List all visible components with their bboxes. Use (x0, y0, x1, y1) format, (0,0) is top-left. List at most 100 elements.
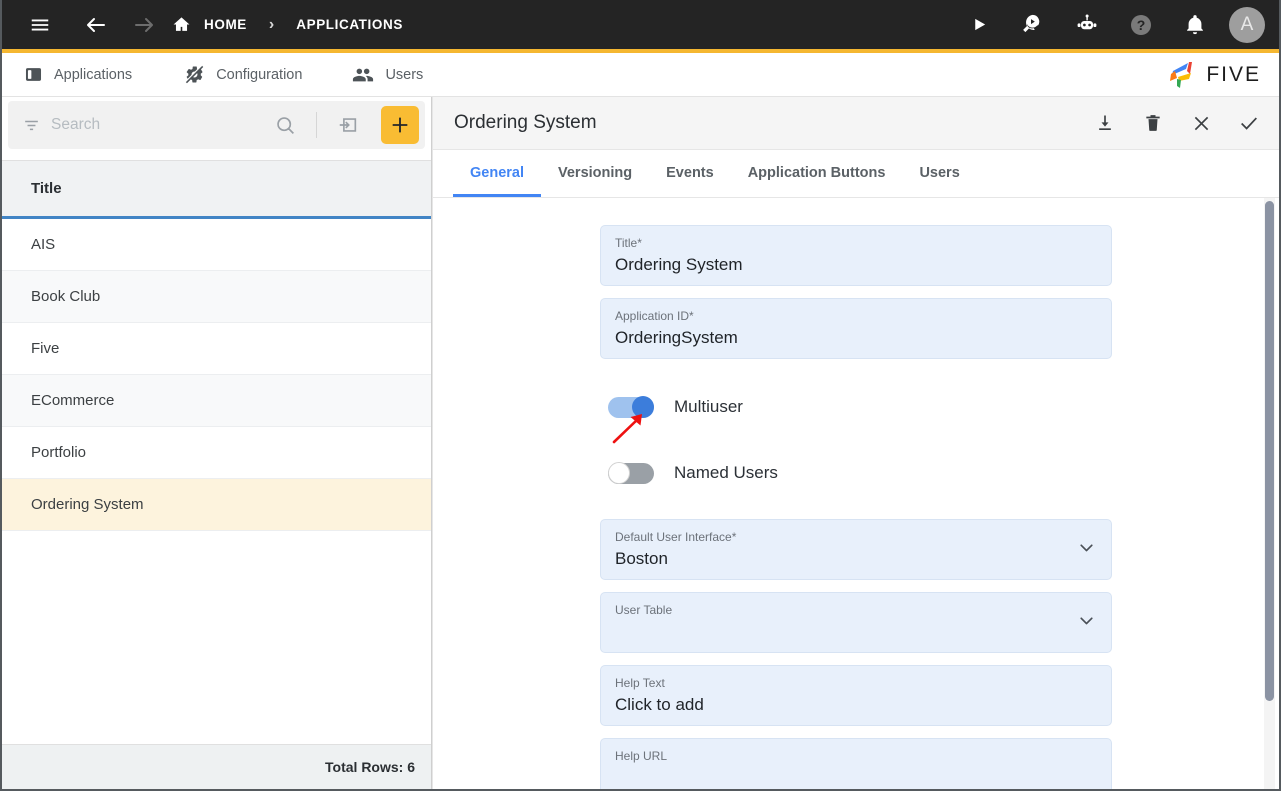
help-text-value: Click to add (615, 695, 704, 714)
default-user-interface-label-text: Default User Interface (615, 530, 732, 544)
sidebar-panel: Title AIS Book Club Five ECommerce (2, 97, 432, 789)
general-form: Title* Ordering System Application ID* O… (600, 225, 1112, 789)
title-field[interactable]: Title* Ordering System (600, 225, 1112, 286)
run-icon[interactable] (959, 5, 999, 45)
multiuser-row: Multiuser (600, 385, 1112, 444)
confirm-icon[interactable] (1233, 107, 1265, 139)
tab-events-label: Events (666, 164, 714, 181)
hamburger-menu-icon[interactable] (20, 5, 60, 45)
module-tab-applications-label: Applications (54, 66, 133, 83)
module-tab-configuration[interactable]: Configuration (174, 53, 320, 97)
five-logo-mark (1170, 61, 1193, 88)
list-item[interactable]: ECommerce (2, 375, 431, 427)
toolbar-divider (316, 112, 317, 138)
help-icon[interactable]: ? (1121, 5, 1161, 45)
tab-versioning[interactable]: Versioning (541, 151, 649, 197)
help-url-value (615, 765, 1097, 789)
help-text-label: Help Text (615, 675, 1097, 691)
list-item-label: Ordering System (31, 496, 144, 513)
delete-icon[interactable] (1137, 107, 1169, 139)
arrow-back-icon[interactable] (76, 5, 116, 45)
tab-versioning-label: Versioning (558, 164, 633, 181)
title-field-label-text: Title (615, 236, 638, 250)
application-id-field-label: Application ID* (615, 308, 1097, 324)
configuration-gear-icon (184, 64, 205, 85)
multiuser-label: Multiuser (674, 397, 743, 416)
named-users-toggle[interactable] (608, 462, 654, 484)
filter-icon[interactable] (22, 116, 41, 135)
list-rows: AIS Book Club Five ECommerce Portfolio O… (2, 219, 431, 744)
list-item[interactable]: Book Club (2, 271, 431, 323)
users-icon (352, 64, 374, 86)
detail-actions (1089, 107, 1265, 139)
title-field-label: Title* (615, 235, 1097, 251)
module-tab-configuration-label: Configuration (216, 66, 303, 83)
five-logo-text: FIVE (1206, 62, 1261, 86)
list-column-header-title[interactable]: Title (2, 161, 431, 219)
help-text-field[interactable]: Help Text Click to add (600, 665, 1112, 726)
title-field-value: Ordering System (615, 255, 743, 274)
module-tab-users-label: Users (385, 66, 424, 83)
notifications-icon[interactable] (1175, 5, 1215, 45)
list-item[interactable]: Portfolio (2, 427, 431, 479)
user-table-field[interactable]: User Table (600, 592, 1112, 653)
add-application-button[interactable] (381, 106, 419, 144)
tab-users-label: Users (919, 164, 960, 181)
search-chat-icon[interactable] (1013, 5, 1053, 45)
search-icon[interactable] (268, 108, 302, 142)
topbar-right-group: ? A (959, 5, 1265, 45)
breadcrumb-separator: › (268, 15, 275, 33)
title-field-required: * (637, 236, 642, 250)
chevron-down-icon[interactable] (1076, 537, 1097, 563)
module-tab-users[interactable]: Users (342, 53, 441, 97)
topbar-left-group: HOME › APPLICATIONS (20, 5, 409, 45)
arrow-forward-icon[interactable] (124, 5, 164, 45)
help-text-label-text: Help Text (615, 676, 665, 690)
content-body: Title AIS Book Club Five ECommerce (2, 97, 1279, 789)
chevron-down-icon[interactable] (1076, 610, 1097, 636)
tab-users[interactable]: Users (902, 151, 976, 197)
named-users-label: Named Users (674, 463, 778, 482)
search-input[interactable] (51, 116, 258, 134)
top-navigation-bar: HOME › APPLICATIONS ? A (2, 0, 1279, 53)
breadcrumb-applications[interactable]: APPLICATIONS (290, 17, 409, 32)
module-tab-applications[interactable]: Applications (14, 53, 150, 97)
robot-assistant-icon[interactable] (1067, 5, 1107, 45)
list-item-label: Portfolio (31, 444, 87, 461)
default-user-interface-required: * (731, 530, 737, 544)
svg-text:?: ? (1137, 17, 1146, 33)
home-icon[interactable] (172, 15, 191, 34)
close-icon[interactable] (1185, 107, 1217, 139)
breadcrumb-home[interactable]: HOME (198, 17, 253, 32)
breadcrumb: HOME › APPLICATIONS (172, 15, 409, 34)
module-tab-bar: Applications Configuration Users FIVE (2, 53, 1279, 97)
list-item-label: Book Club (31, 288, 101, 305)
list-item-selected[interactable]: Ordering System (2, 479, 431, 531)
application-id-field-required: * (689, 309, 694, 323)
list-item-label: AIS (31, 236, 56, 253)
tab-general[interactable]: General (453, 151, 541, 197)
applications-list: Title AIS Book Club Five ECommerce Portf… (2, 160, 431, 789)
tab-events[interactable]: Events (649, 151, 731, 197)
application-id-field[interactable]: Application ID* OrderingSystem (600, 298, 1112, 359)
vertical-scrollbar[interactable] (1264, 198, 1275, 789)
import-icon[interactable] (331, 108, 365, 142)
app-window: HOME › APPLICATIONS ? A Applications Con… (0, 0, 1281, 791)
download-icon[interactable] (1089, 107, 1121, 139)
named-users-row: Named Users (600, 451, 1112, 495)
multiuser-toggle[interactable] (608, 396, 654, 418)
default-user-interface-field[interactable]: Default User Interface* Boston (600, 519, 1112, 580)
applications-icon (24, 65, 43, 84)
vertical-scrollbar-thumb[interactable] (1265, 201, 1274, 701)
help-url-label: Help URL (615, 748, 1097, 764)
help-url-label-text: Help URL (615, 749, 668, 763)
form-scroll-area: Title* Ordering System Application ID* O… (433, 198, 1279, 789)
help-url-field[interactable]: Help URL (600, 738, 1112, 789)
list-item[interactable]: AIS (2, 219, 431, 271)
avatar[interactable]: A (1229, 6, 1265, 43)
default-user-interface-label: Default User Interface* (615, 529, 1097, 545)
application-id-field-value: OrderingSystem (615, 328, 738, 347)
search-toolbar (8, 101, 425, 149)
tab-application-buttons[interactable]: Application Buttons (731, 151, 903, 197)
list-item[interactable]: Five (2, 323, 431, 375)
